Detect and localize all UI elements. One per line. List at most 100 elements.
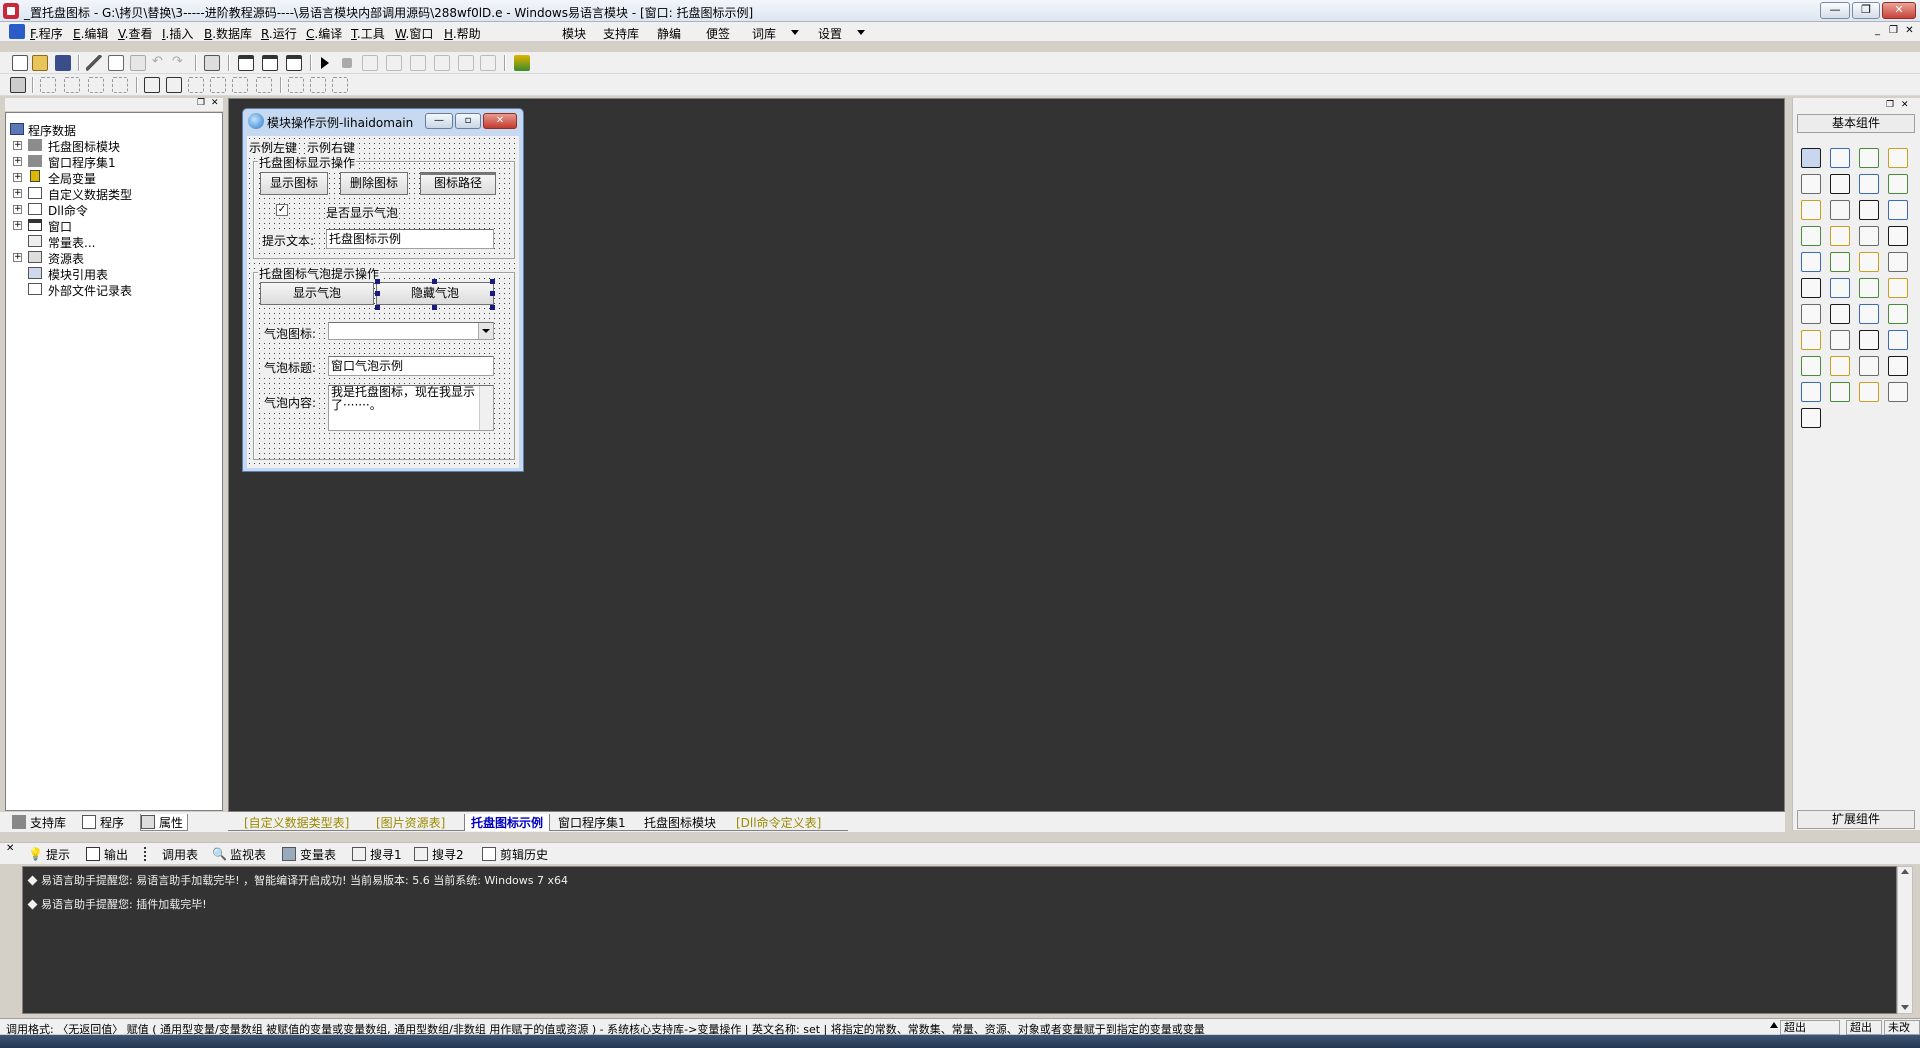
file-box-icon[interactable]	[1888, 278, 1908, 298]
thesaurus-dropdown-icon[interactable]	[791, 30, 799, 35]
space-horizontal-icon[interactable]	[188, 77, 204, 93]
bubble-title-input[interactable]: 窗口气泡示例	[328, 356, 494, 376]
menu-run[interactable]: R.运行	[261, 25, 297, 42]
panel-close-icon[interactable]: ✕	[1901, 100, 1909, 110]
tree-expand-toggle[interactable]: +	[13, 253, 22, 262]
form-maximize-button[interactable]: ▫	[455, 113, 481, 129]
table-icon[interactable]	[1888, 356, 1908, 376]
tree-expand-toggle[interactable]: +	[13, 157, 22, 166]
dropdown-arrow-icon[interactable]	[478, 323, 493, 339]
mdi-close-button[interactable]: ✕	[1902, 25, 1917, 39]
scroll-up-icon[interactable]	[1901, 869, 1909, 874]
show-icon-button[interactable]: 显示图标	[260, 172, 328, 195]
layout-icon-1[interactable]	[238, 55, 254, 71]
menu-database[interactable]: B.数据库	[204, 25, 252, 42]
menu-settings[interactable]: 设置	[818, 25, 842, 42]
same-size-icon[interactable]	[288, 77, 304, 93]
panel-close-icon[interactable]: ✕	[211, 98, 219, 108]
redo-icon[interactable]: ↷	[172, 55, 188, 71]
tree-item-dll-commands[interactable]: + Dll命令	[6, 201, 206, 218]
show-bubble-button[interactable]: 显示气泡	[260, 282, 374, 305]
step-out-icon[interactable]	[410, 55, 426, 71]
status-arrow-icon[interactable]	[1770, 1022, 1778, 1028]
stop-icon[interactable]	[342, 58, 352, 68]
close-button[interactable]: ✕	[1882, 2, 1916, 19]
form-client-area[interactable]: 示例左键 示例右键 托盘图标显示操作 显示图标 删除图标 图标路径 ✓ 是否显示…	[247, 136, 519, 468]
tab-program[interactable]: 程序	[82, 814, 124, 831]
maximize-button[interactable]: ❐	[1852, 2, 1880, 19]
extended-components-header[interactable]: 扩展组件	[1797, 810, 1915, 829]
minimize-button[interactable]: —	[1820, 2, 1850, 19]
tab-call-table[interactable]: 调用表	[144, 846, 198, 863]
tree-item-windows[interactable]: + 窗口	[6, 217, 206, 234]
same-width-icon[interactable]	[232, 77, 248, 93]
edit-box-icon[interactable]	[1801, 174, 1821, 194]
frame-icon[interactable]	[1859, 356, 1879, 376]
hand-icon[interactable]	[480, 55, 496, 71]
text-icon[interactable]	[1859, 174, 1879, 194]
paste-icon[interactable]	[130, 55, 146, 71]
output-close-icon[interactable]: ✕	[6, 843, 14, 854]
grid-icon[interactable]	[1801, 278, 1821, 298]
chart-icon[interactable]	[1859, 382, 1879, 402]
space-vertical-icon[interactable]	[210, 77, 226, 93]
menu-static-compile[interactable]: 静编	[657, 25, 681, 42]
scrollbar-h-icon[interactable]	[1859, 226, 1879, 246]
same-height-icon[interactable]	[256, 77, 272, 93]
align-right-icon[interactable]	[88, 77, 104, 93]
panel-pin-icon[interactable]: ❐	[1886, 100, 1894, 110]
bubble-group[interactable]: 托盘图标气泡提示操作 显示气泡 隐藏气泡 气泡图标: 气泡标题: 窗口气泡示例 …	[253, 265, 515, 460]
find-icon[interactable]	[204, 55, 220, 71]
center-vertical-icon[interactable]	[166, 77, 182, 93]
center-horizontal-icon[interactable]	[144, 77, 160, 93]
radio-icon[interactable]	[1830, 200, 1850, 220]
hide-bubble-button[interactable]: 隐藏气泡	[376, 282, 494, 305]
picture-icon[interactable]	[1830, 174, 1850, 194]
tree-item-window-assembly[interactable]: + 窗口程序集1	[6, 153, 206, 170]
hyperlink-icon[interactable]	[1830, 304, 1850, 324]
drive-box-icon[interactable]	[1830, 278, 1850, 298]
odbc-provider-icon[interactable]	[1888, 382, 1908, 402]
show-bubble-checkbox[interactable]: ✓	[276, 204, 288, 216]
checkbox-icon[interactable]	[1801, 200, 1821, 220]
textarea-scrollbar[interactable]	[479, 386, 493, 430]
layout-icon-2[interactable]	[262, 55, 278, 71]
tip-text-input[interactable]: 托盘图标示例	[326, 229, 494, 249]
tree-item-constants[interactable]: 常量表...	[6, 233, 206, 250]
mdi-minimize-button[interactable]: _	[1870, 25, 1885, 39]
form-designer-window[interactable]: 模块操作示例-lihaidomain — ▫ ✕ 示例左键 示例右键 托盘图标显…	[242, 108, 524, 472]
align-center-icon[interactable]	[64, 77, 80, 93]
odbc-icon[interactable]	[1801, 408, 1821, 428]
label-icon[interactable]	[1830, 148, 1850, 168]
scrollbar-v-icon[interactable]	[1888, 226, 1908, 246]
tree-item-tray-module[interactable]: + 托盘图标模块	[6, 137, 206, 154]
selection-handle[interactable]	[375, 291, 380, 296]
panel-restore-icon[interactable]: ❐	[197, 98, 205, 108]
color-picker-icon[interactable]	[1801, 304, 1821, 324]
tree-expand-toggle[interactable]: +	[13, 221, 22, 230]
step-into-icon[interactable]	[362, 55, 378, 71]
menu-tools[interactable]: T.工具	[351, 25, 385, 42]
run-icon[interactable]	[321, 57, 329, 69]
folder-box-icon[interactable]	[1859, 278, 1879, 298]
tab-dll-command-table[interactable]: [Dll命令定义表]	[736, 814, 821, 831]
save-icon[interactable]	[55, 55, 71, 71]
line-icon[interactable]	[1888, 174, 1908, 194]
tab-window-assembly[interactable]: 窗口程序集1	[558, 814, 626, 831]
spin-icon[interactable]	[1859, 304, 1879, 324]
delete-icon-button[interactable]: 删除图标	[340, 172, 408, 195]
selection-handle[interactable]	[490, 305, 495, 310]
tree-item-module-refs[interactable]: 模块引用表	[6, 265, 206, 282]
tree-item-resources[interactable]: + 资源表	[6, 249, 206, 266]
menu-window[interactable]: W.窗口	[395, 25, 433, 42]
tab-tray-icon-example[interactable]: 托盘图标示例	[464, 814, 551, 831]
tray-icon-group[interactable]: 托盘图标显示操作 显示图标 删除图标 图标路径 ✓ 是否显示气泡 提示文本: 托…	[253, 154, 515, 259]
network-icon[interactable]	[1801, 356, 1821, 376]
tab-search-1[interactable]: 搜寻1	[352, 846, 402, 863]
menu-thesaurus[interactable]: 词库	[752, 25, 776, 42]
database-link-icon[interactable]	[1801, 382, 1821, 402]
align-left-icon[interactable]	[40, 77, 56, 93]
new-file-icon[interactable]	[12, 55, 28, 71]
timer-clock-icon[interactable]	[1801, 330, 1821, 350]
tree-expand-toggle[interactable]: +	[13, 189, 22, 198]
